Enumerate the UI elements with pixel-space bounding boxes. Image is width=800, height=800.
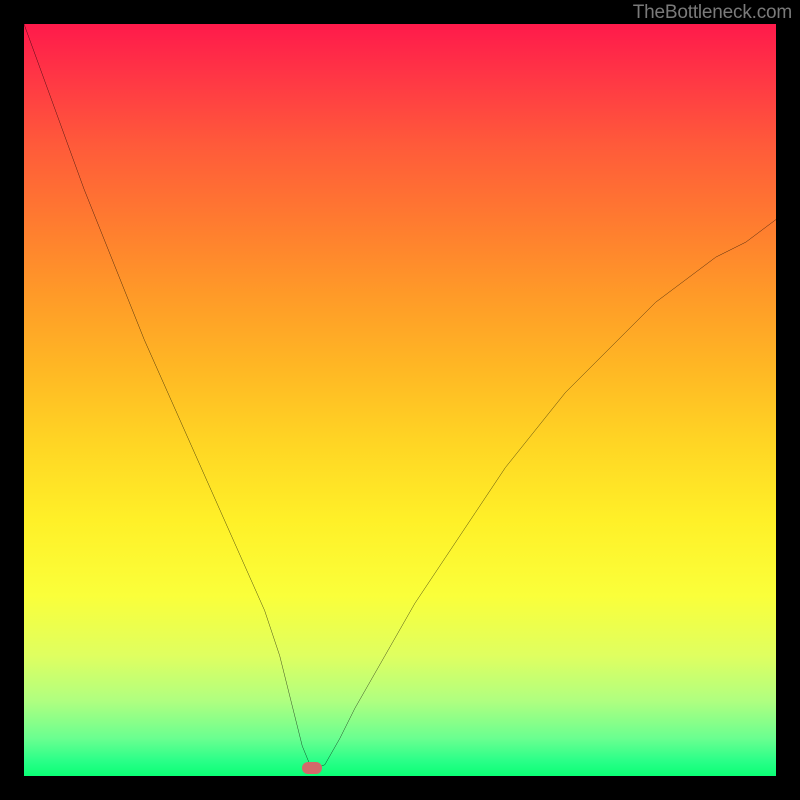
optimum-marker	[302, 762, 322, 774]
bottleneck-curve	[24, 24, 776, 770]
chart-frame: TheBottleneck.com	[0, 0, 800, 800]
watermark-text: TheBottleneck.com	[633, 2, 792, 24]
curve-svg	[24, 24, 776, 776]
plot-area	[24, 24, 776, 776]
